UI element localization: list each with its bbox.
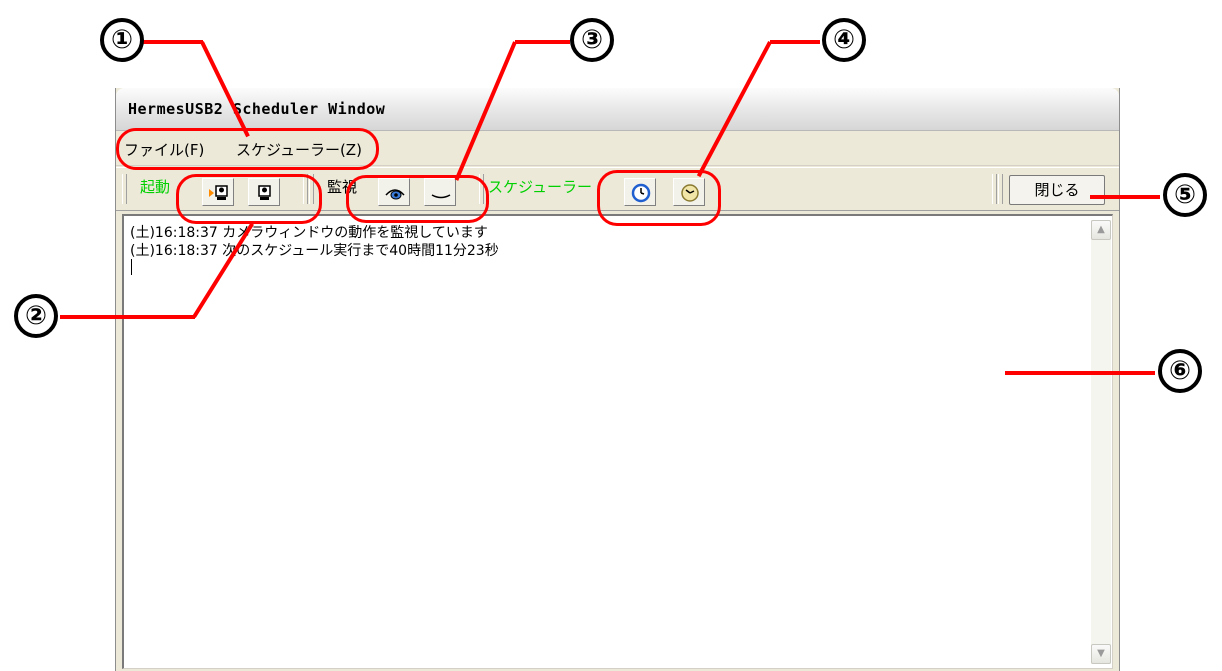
window-title: HermesUSB2 Scheduler Window — [128, 100, 386, 118]
callout-number: ① — [100, 18, 144, 62]
annotation-ring-scheduler — [597, 170, 721, 226]
annotation-line — [1005, 371, 1155, 375]
annotation-ring-monitor — [346, 175, 489, 223]
annotation-line — [60, 315, 195, 319]
text-caret — [131, 259, 132, 275]
toolbar-grip[interactable] — [998, 174, 1003, 204]
toolbar-grip[interactable] — [122, 174, 127, 204]
annotation-line — [143, 40, 203, 44]
toolbar-grip[interactable] — [992, 174, 997, 204]
annotation-line — [1090, 195, 1160, 199]
annotation-line — [515, 40, 570, 44]
title-bar[interactable]: HermesUSB2 Scheduler Window — [116, 88, 1119, 131]
callout-number: ⑥ — [1158, 349, 1202, 393]
scroll-down-button[interactable]: ▼ — [1091, 644, 1111, 664]
callout-number: ④ — [822, 18, 866, 62]
close-button[interactable]: 閉じる — [1009, 175, 1105, 205]
log-line: (土)16:18:37 次のスケジュール実行まで40時間11分23秒 — [130, 243, 499, 259]
launch-label: 起動 — [140, 178, 171, 196]
scroll-up-button[interactable]: ▲ — [1091, 220, 1111, 240]
annotation-line — [770, 40, 820, 44]
callout-number: ⑤ — [1163, 173, 1207, 217]
scheduler-label: スケジューラー — [488, 178, 592, 196]
callout-number: ② — [14, 294, 58, 338]
log-line: (土)16:18:37 カメラウィンドウの動作を監視しています — [130, 225, 488, 241]
vertical-scrollbar[interactable]: ▲ ▼ — [1091, 220, 1111, 664]
log-text-area[interactable]: (土)16:18:37 カメラウィンドウの動作を監視しています (土)16:18… — [122, 214, 1113, 669]
callout-number: ③ — [570, 18, 614, 62]
annotation-ring-launch — [176, 174, 322, 224]
